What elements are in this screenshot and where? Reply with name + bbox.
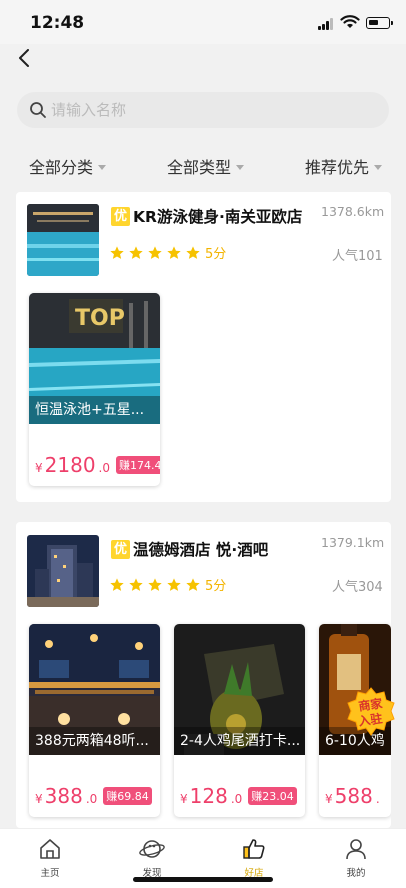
status-bar: 12:48 — [0, 0, 406, 44]
shop-name[interactable]: 优温德姆酒店 悦·酒吧 — [111, 538, 268, 560]
star-icon — [129, 577, 143, 591]
shop-tag: 优 — [111, 539, 130, 559]
tab-home-label: 主页 — [40, 868, 60, 879]
star-icon — [129, 245, 143, 259]
deal-item[interactable]: 2-4人鸡尾酒打卡... ¥128.0 赚23.04 — [174, 624, 305, 817]
shop-score: 5分 — [205, 579, 227, 594]
price-value: 128 — [189, 784, 228, 808]
star-icon — [148, 245, 162, 259]
shop-thumbnail[interactable] — [27, 535, 99, 607]
chevron-left-icon — [19, 49, 29, 67]
price-currency: ¥ — [35, 461, 43, 475]
shop-tag: 优 — [111, 206, 130, 226]
rating-stars: 5分 — [109, 575, 226, 594]
star-icon — [110, 577, 124, 591]
deal-caption: 恒温泳池+五星... — [29, 396, 160, 424]
star-icon — [167, 577, 181, 591]
home-icon — [40, 839, 60, 859]
shop-score: 5分 — [205, 247, 227, 262]
price-currency: ¥ — [325, 792, 333, 806]
deal-price: ¥128.0 赚23.04 — [180, 784, 297, 808]
price-value: 388 — [44, 784, 83, 808]
star-icon — [186, 577, 200, 591]
tab-mine[interactable]: 我的 — [326, 837, 386, 879]
shop-name-text: 温德姆酒店 悦·酒吧 — [133, 541, 269, 559]
price-currency: ¥ — [180, 792, 188, 806]
earn-badge: 赚23.04 — [248, 787, 297, 805]
price-decimal: .0 — [98, 461, 110, 475]
deal-price: ¥2180.0 赚174.4 — [35, 453, 160, 477]
chevron-down-icon — [374, 164, 383, 170]
star-icon — [186, 245, 200, 259]
tab-home[interactable]: 主页 — [20, 837, 80, 879]
price-decimal: .0 — [85, 792, 98, 806]
price-value: 2180 — [44, 453, 96, 477]
tab-discover[interactable]: 发现 — [122, 837, 182, 879]
user-icon — [346, 839, 366, 860]
shop-name[interactable]: 优 KR游泳健身·南关亚欧店 — [111, 205, 302, 227]
shop-distance: 1378.6km — [321, 204, 385, 219]
filter-sort-label: 推荐优先 — [305, 158, 370, 177]
filter-category[interactable]: 全部分类 — [29, 154, 107, 178]
shop-name-text: KR游泳健身·南关亚欧店 — [133, 208, 303, 226]
signal-icon — [318, 18, 336, 30]
shop-popularity: 人气304 — [332, 580, 383, 595]
earn-badge: 赚174.4 — [116, 456, 160, 474]
shop-popularity: 人气101 — [332, 249, 383, 264]
deal-price: ¥388.0 赚69.84 — [35, 784, 152, 808]
price-decimal: .0 — [230, 792, 243, 806]
shop-card[interactable]: 优温德姆酒店 悦·酒吧 1379.1km 5分 人气304 388元两箱48听.… — [16, 522, 391, 828]
deal-price: ¥588. — [325, 784, 380, 808]
star-icon — [167, 245, 181, 259]
deal-caption: 388元两箱48听... — [29, 727, 160, 755]
filter-type-label: 全部类型 — [167, 158, 232, 177]
filter-sort[interactable]: 推荐优先 — [305, 154, 383, 178]
filter-category-label: 全部分类 — [29, 158, 94, 177]
price-decimal: . — [375, 792, 380, 806]
price-currency: ¥ — [35, 792, 43, 806]
planet-icon — [139, 840, 165, 858]
thumbs-up-icon — [243, 839, 265, 859]
chevron-down-icon — [236, 164, 245, 170]
search-input[interactable] — [51, 92, 371, 128]
filter-bar: 全部分类 全部类型 推荐优先 — [0, 148, 406, 184]
back-button[interactable] — [10, 44, 38, 72]
deal-item[interactable]: TOP 恒温泳池+五星... ¥2180.0 赚174.4 — [29, 293, 160, 486]
search-bar[interactable] — [17, 92, 389, 128]
shop-distance: 1379.1km — [321, 535, 385, 550]
earn-badge: 赚69.84 — [103, 787, 152, 805]
deal-item[interactable]: 388元两箱48听... ¥388.0 赚69.84 — [29, 624, 160, 817]
home-indicator — [133, 877, 273, 882]
status-time: 12:48 — [30, 13, 85, 33]
svg-text:TOP: TOP — [75, 306, 125, 331]
tab-mine-label: 我的 — [346, 868, 366, 879]
wifi-icon — [340, 15, 360, 28]
filter-type[interactable]: 全部类型 — [167, 154, 245, 178]
star-icon — [148, 577, 162, 591]
merchant-join-badge[interactable]: 商家 入驻 — [346, 686, 396, 738]
shop-thumbnail[interactable] — [27, 204, 99, 276]
search-icon — [30, 102, 46, 118]
rating-stars: 5分 — [109, 243, 226, 262]
shop-card[interactable]: 优 KR游泳健身·南关亚欧店 1378.6km 5分 人气101 TOP 恒温泳池… — [16, 192, 391, 502]
chevron-down-icon — [98, 164, 107, 170]
tab-good-shops[interactable]: 好店 — [224, 837, 284, 879]
price-value: 588 — [334, 784, 373, 808]
battery-icon — [366, 17, 393, 29]
star-icon — [110, 245, 124, 259]
deal-caption: 2-4人鸡尾酒打卡... — [174, 727, 305, 755]
